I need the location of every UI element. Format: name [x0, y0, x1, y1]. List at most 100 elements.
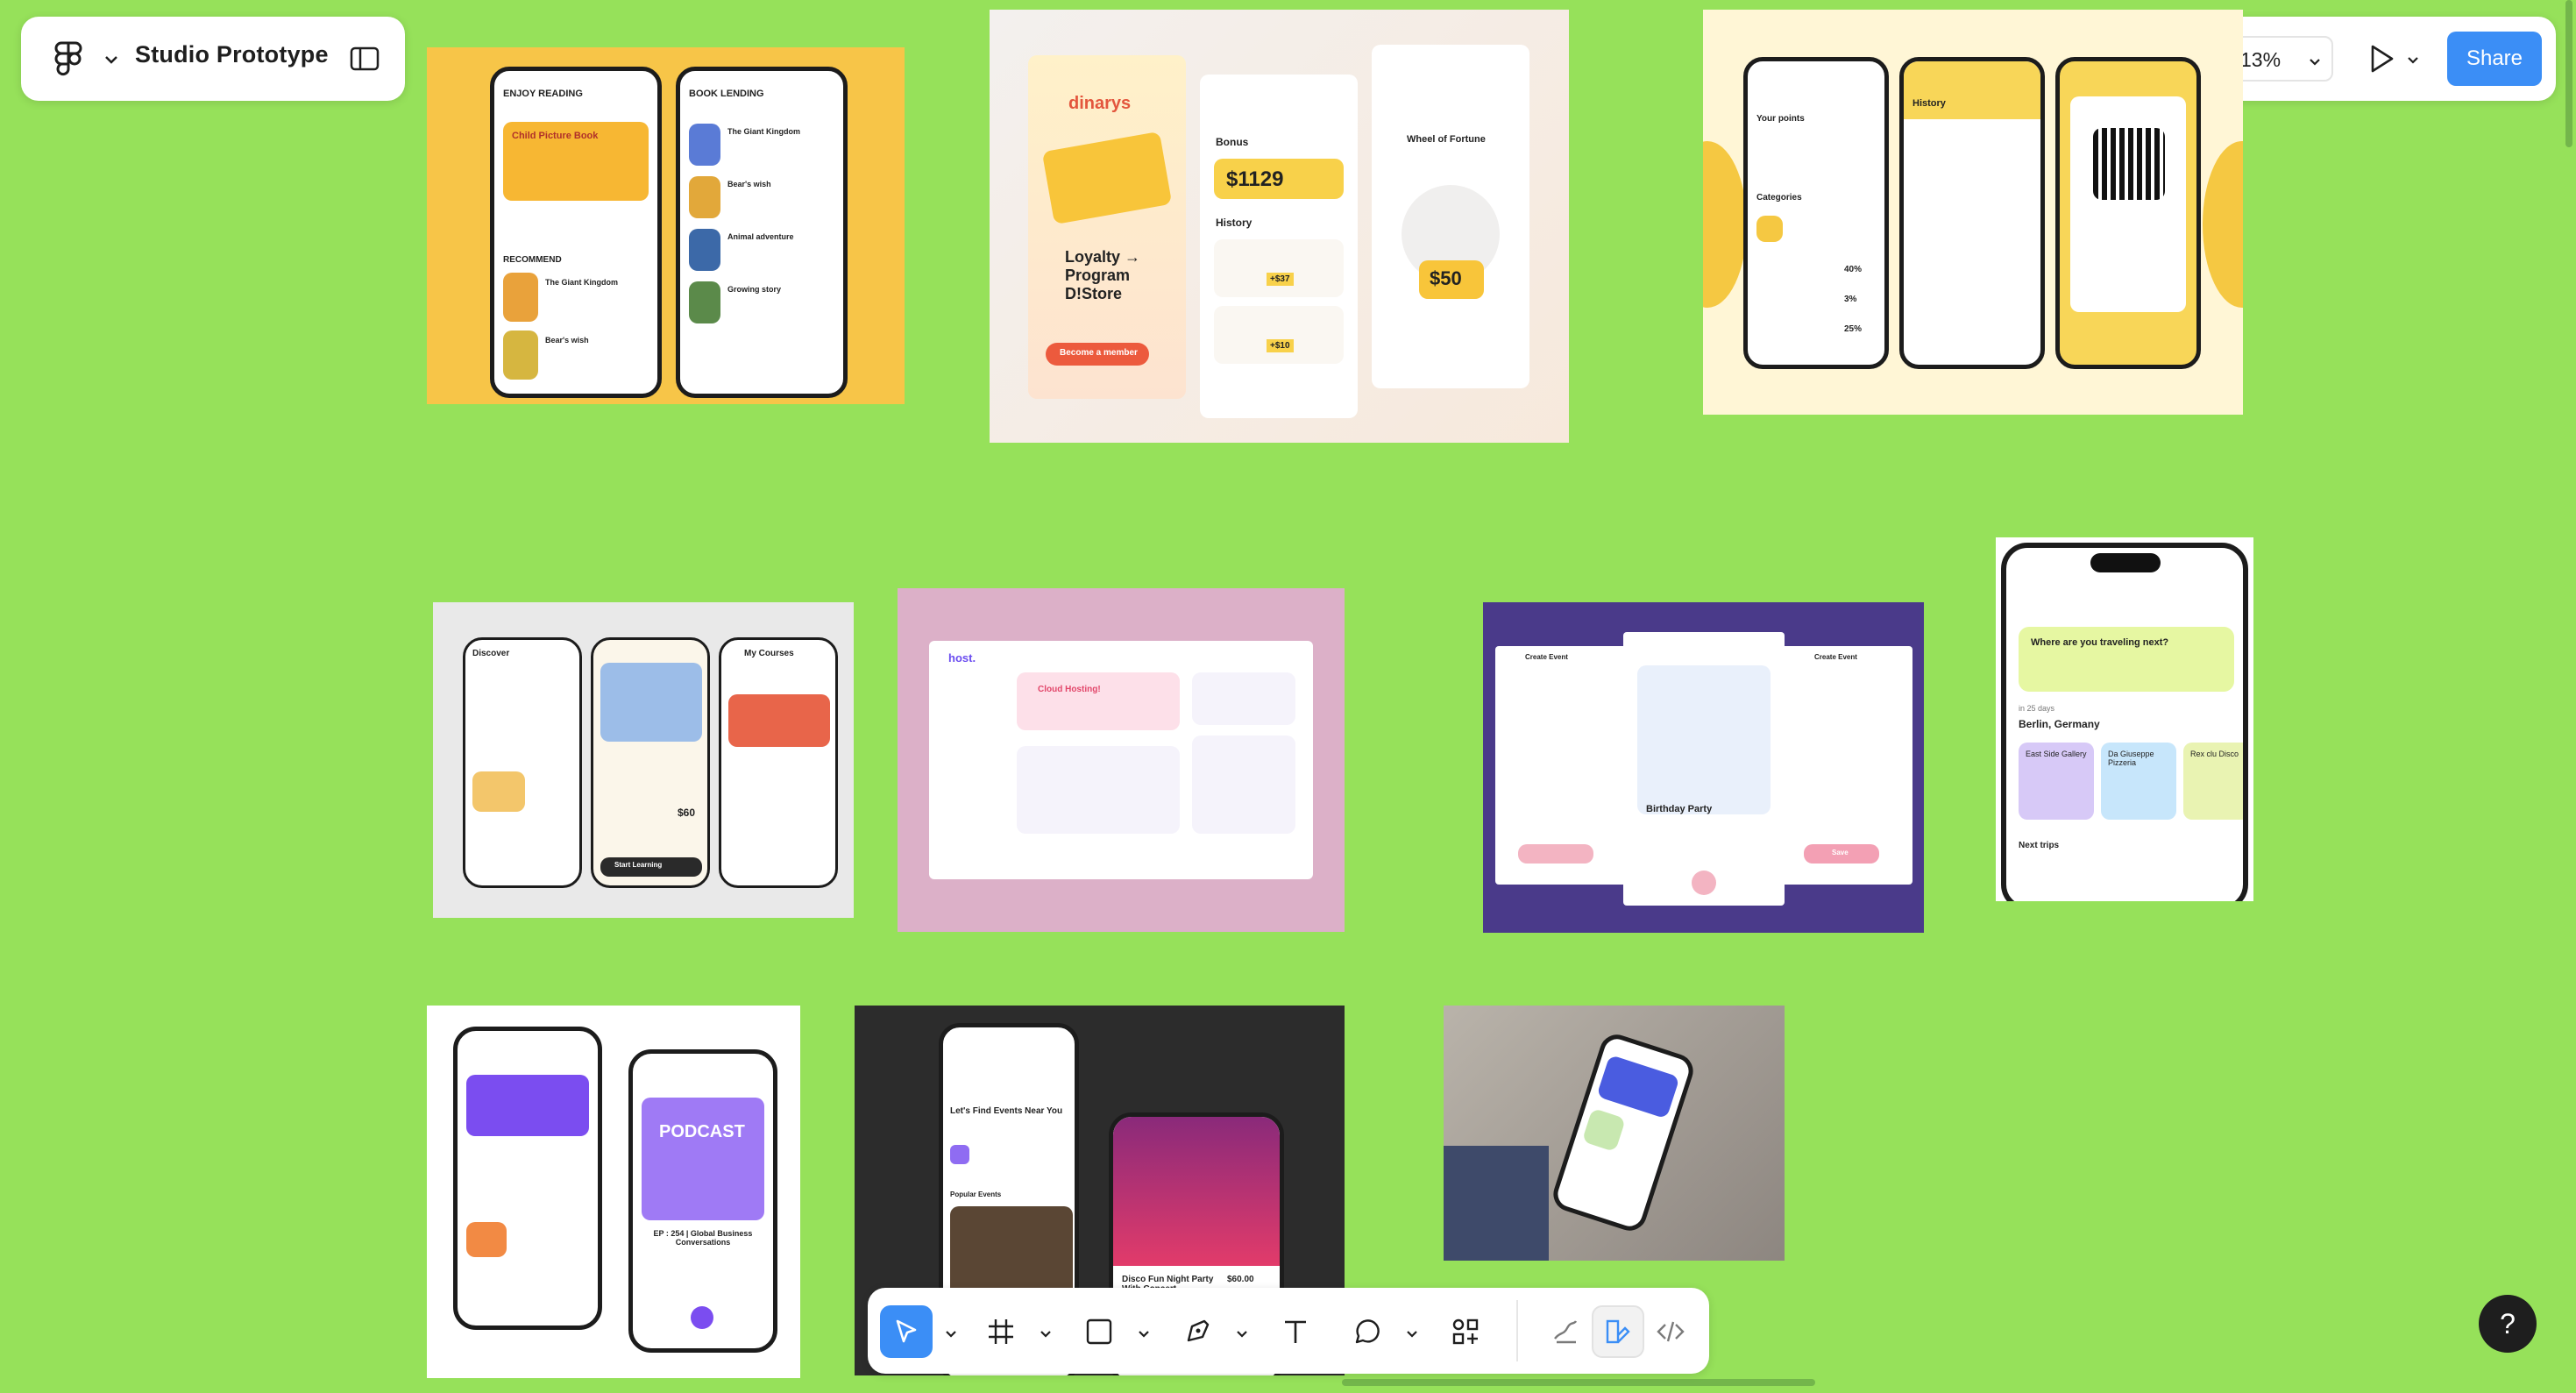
- heading: ENJOY READING: [503, 89, 583, 99]
- wheel-title: Wheel of Fortune: [1407, 134, 1486, 145]
- next-trips-label: Next trips: [2019, 841, 2060, 850]
- points-label: Your points: [1756, 114, 1805, 124]
- create-title: Create Event: [1814, 653, 1857, 661]
- categories-label: Categories: [1756, 193, 1802, 203]
- file-title[interactable]: Studio Prototype: [135, 41, 329, 68]
- travel-question: Where are you traveling next?: [2031, 637, 2169, 648]
- member-button: Become a member: [1060, 348, 1138, 358]
- program-title: Loyalty → Program D!Store: [1065, 248, 1141, 302]
- podcast-frame[interactable]: PODCAST EP : 254 | Global Business Conve…: [427, 1006, 800, 1378]
- podcast-cover-title: PODCAST: [659, 1122, 745, 1141]
- actions-tool[interactable]: [1439, 1305, 1492, 1358]
- chevron-down-icon[interactable]: [2407, 53, 2419, 64]
- start-button: Start Learning: [614, 861, 663, 869]
- phone-mockup: History: [1899, 57, 2045, 369]
- percent: 40%: [1844, 265, 1863, 274]
- pen-tool[interactable]: [1171, 1305, 1224, 1358]
- history-amount: +$37: [1267, 273, 1294, 286]
- city-label: Berlin, Germany: [2019, 718, 2100, 730]
- book-item: Animal adventure: [727, 232, 794, 241]
- event-frame[interactable]: Create Event Birthday Party Create Event…: [1483, 602, 1924, 933]
- prize-amount: $50: [1430, 267, 1462, 289]
- event-price: $60.00: [1227, 1275, 1254, 1284]
- phone-mockup: [1549, 1030, 1698, 1235]
- reading-app-frame[interactable]: ENJOY READING Child Picture Book RECOMME…: [427, 47, 905, 404]
- chevron-down-icon: [2309, 55, 2321, 66]
- toolbar-divider: [1516, 1300, 1518, 1361]
- bottom-toolbar: [868, 1288, 1709, 1374]
- phone-mockup: [453, 1027, 602, 1330]
- chevron-down-icon[interactable]: [1236, 1327, 1248, 1338]
- qr-code-icon: [2093, 128, 2165, 200]
- courses-frame[interactable]: Discover $60 Start Learning My Courses: [433, 602, 854, 918]
- phone-mockup: [2055, 57, 2201, 369]
- book-item: Bear's wish: [545, 336, 589, 345]
- history-amount: +$10: [1267, 339, 1294, 352]
- phone-mockup: ENJOY READING Child Picture Book RECOMME…: [490, 67, 662, 398]
- create-title: Create Event: [1525, 653, 1568, 661]
- dev-mode[interactable]: [1644, 1305, 1697, 1358]
- chevron-down-icon[interactable]: [103, 53, 119, 66]
- help-button[interactable]: ?: [2479, 1295, 2537, 1353]
- loyalty-frame[interactable]: dinarys Loyalty → Program D!Store Become…: [990, 10, 1569, 443]
- phone-mockup: PODCAST EP : 254 | Global Business Conve…: [628, 1049, 777, 1353]
- brand-name: dinarys: [1068, 94, 1132, 113]
- history-title: History: [1912, 98, 1946, 109]
- recommend-label: RECOMMEND: [503, 255, 562, 265]
- discover-title: Discover: [472, 649, 510, 658]
- chevron-down-icon[interactable]: [945, 1327, 957, 1338]
- move-tool[interactable]: [880, 1305, 933, 1358]
- phone-mockup: Your points Categories 40% 3% 25%: [1743, 57, 1889, 369]
- points-frame[interactable]: Your points Categories 40% 3% 25% Histor…: [1703, 10, 2243, 415]
- cloud-heading: Cloud Hosting!: [1038, 685, 1101, 694]
- event-name: Birthday Party: [1646, 804, 1713, 814]
- text-tool[interactable]: [1269, 1305, 1322, 1358]
- draw-mode[interactable]: [1539, 1305, 1592, 1358]
- book-item: The Giant Kingdom: [545, 278, 618, 287]
- frame-tool[interactable]: [975, 1305, 1027, 1358]
- course-price: $60: [678, 807, 696, 819]
- book-item: Bear's wish: [727, 180, 771, 188]
- present-play-icon[interactable]: [2367, 43, 2396, 75]
- figma-logo-icon[interactable]: [47, 39, 89, 78]
- hand-phone-frame[interactable]: [1444, 1006, 1785, 1261]
- place-card: East Side Gallery: [2026, 750, 2087, 758]
- zoom-value: 13%: [2240, 48, 2281, 71]
- horizontal-scrollbar[interactable]: [1342, 1379, 1815, 1386]
- popular-label: Popular Events: [950, 1190, 1002, 1198]
- file-menu-panel: Studio Prototype: [21, 17, 405, 101]
- book-item: The Giant Kingdom: [727, 127, 800, 136]
- chevron-down-icon[interactable]: [1138, 1327, 1150, 1338]
- courses-title: My Courses: [744, 649, 794, 658]
- percent: 25%: [1844, 324, 1863, 334]
- bonus-amount: $1129: [1226, 167, 1284, 191]
- phone-mockup: Discover: [463, 637, 582, 888]
- design-mode[interactable]: [1592, 1305, 1644, 1358]
- comment-tool[interactable]: [1341, 1305, 1394, 1358]
- sidebar-toggle-icon[interactable]: [347, 41, 382, 76]
- place-card: Rex clu Disco: [2190, 750, 2239, 758]
- phone-mockup: $60 Start Learning: [591, 637, 710, 888]
- phone-mockup: Where are you traveling next? in 25 days…: [2001, 543, 2248, 901]
- events-heading: Let's Find Events Near You: [950, 1106, 1063, 1116]
- chevron-down-icon[interactable]: [1040, 1327, 1052, 1338]
- phone-mockup: My Courses: [719, 637, 838, 888]
- percent: 3%: [1844, 295, 1857, 304]
- history-label: History: [1216, 217, 1253, 229]
- host-brand: host.: [948, 651, 976, 665]
- share-button[interactable]: Share: [2447, 32, 2542, 86]
- book-item: Growing story: [727, 285, 782, 294]
- book-title: Child Picture Book: [512, 131, 599, 141]
- vertical-scrollbar[interactable]: [2565, 0, 2572, 147]
- place-card: Da Giuseppe Pizzeria: [2108, 750, 2154, 767]
- days-label: in 25 days: [2019, 704, 2055, 713]
- shape-tool[interactable]: [1073, 1305, 1125, 1358]
- host-frame[interactable]: host. Cloud Hosting!: [898, 588, 1345, 932]
- travel-frame[interactable]: Where are you traveling next? in 25 days…: [1996, 537, 2253, 901]
- chevron-down-icon[interactable]: [1406, 1327, 1418, 1338]
- bonus-label: Bonus: [1216, 136, 1249, 148]
- heading: BOOK LENDING: [689, 89, 764, 99]
- episode-title: EP : 254 | Global Business Conversations: [653, 1229, 753, 1247]
- phone-mockup: BOOK LENDING The Giant Kingdom Bear's wi…: [676, 67, 848, 398]
- save-button: Save: [1832, 849, 1849, 856]
